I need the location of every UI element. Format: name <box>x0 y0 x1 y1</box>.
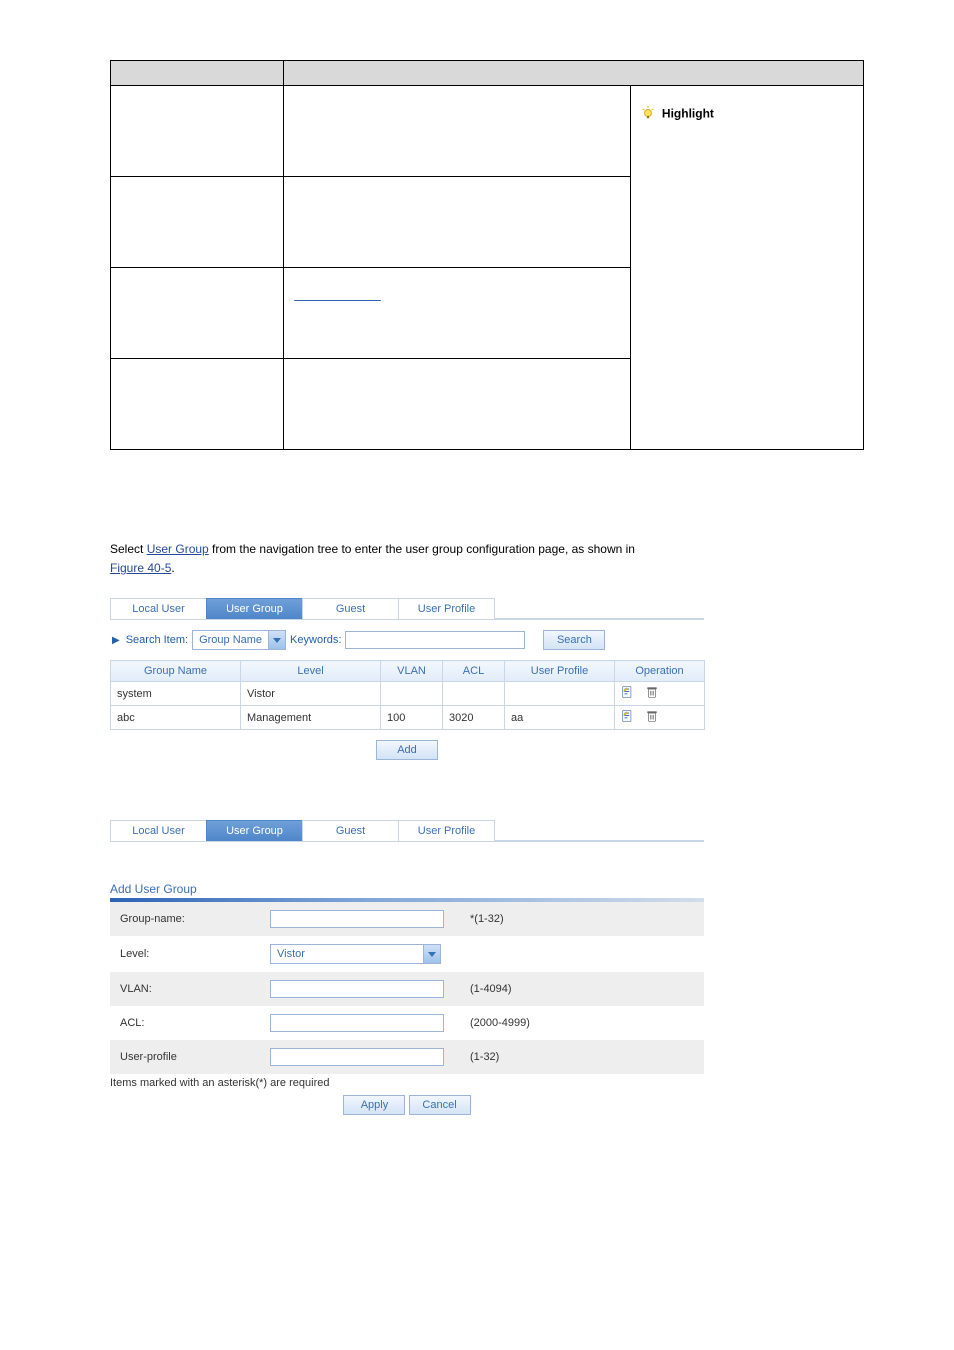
col-level: Level <box>241 661 381 682</box>
level-select[interactable]: Vistor <box>270 944 441 964</box>
col-user-profile: User Profile <box>505 661 615 682</box>
narrative-text: Select <box>110 542 147 556</box>
user-profile-label: User-profile <box>110 1040 260 1074</box>
narrative-paragraph: Select User Group from the navigation tr… <box>110 540 864 578</box>
add-user-group-figure: Local User User Group Guest User Profile… <box>110 820 704 1115</box>
vlan-label: VLAN: <box>110 972 260 1006</box>
def-cell <box>284 359 630 450</box>
tabs: Local User User Group Guest User Profile <box>110 820 704 842</box>
table-row: abc Management 100 3020 aa <box>111 706 705 730</box>
group-name-input[interactable] <box>270 910 444 928</box>
cell-level: Management <box>241 706 381 730</box>
cell-acl: 3020 <box>443 706 505 730</box>
acl-label: ACL: <box>110 1006 260 1040</box>
highlight-label: Highlight <box>662 107 714 121</box>
add-button[interactable]: Add <box>376 740 438 760</box>
cell-vlan: 100 <box>381 706 443 730</box>
tab-guest[interactable]: Guest <box>302 820 399 841</box>
level-label: Level: <box>110 936 260 972</box>
table-header-row: Group Name Level VLAN ACL User Profile O… <box>111 661 705 682</box>
cell-level: Vistor <box>241 682 381 706</box>
user-group-nav-link[interactable]: User Group <box>147 542 209 556</box>
delete-icon[interactable] <box>645 709 659 726</box>
edit-icon[interactable] <box>621 709 635 726</box>
tab-spacer <box>494 598 704 619</box>
apply-button[interactable]: Apply <box>343 1095 405 1115</box>
acl-input[interactable] <box>270 1014 444 1032</box>
col-operation: Operation <box>615 661 705 682</box>
user-profile-input[interactable] <box>270 1048 444 1066</box>
col-acl: ACL <box>443 661 505 682</box>
tab-local-user[interactable]: Local User <box>110 598 207 619</box>
cell-vlan <box>381 682 443 706</box>
tab-user-profile[interactable]: User Profile <box>398 820 495 841</box>
chevron-down-icon <box>268 631 285 649</box>
level-select-value: Vistor <box>271 948 423 960</box>
group-name-hint: *(1-32) <box>460 902 704 936</box>
user-profile-hint: (1-32) <box>460 1040 704 1074</box>
acl-hint: (2000-4999) <box>460 1006 704 1040</box>
cell-user-profile: aa <box>505 706 615 730</box>
cell-acl <box>443 682 505 706</box>
search-item-select[interactable]: Group Name <box>192 630 286 650</box>
def-inline-link[interactable] <box>294 288 381 302</box>
def-cell <box>284 177 630 268</box>
tab-user-group[interactable]: User Group <box>206 820 303 841</box>
narrative-text: . <box>171 561 174 575</box>
add-user-group-form: Group-name: *(1-32) Level: Vistor VLAN: … <box>110 902 704 1074</box>
delete-icon[interactable] <box>645 685 659 702</box>
col-vlan: VLAN <box>381 661 443 682</box>
narrative-text: from the navigation tree to enter the us… <box>209 542 635 556</box>
caret-icon: ▶ <box>112 635 120 646</box>
highlight-callout: Highlight <box>630 86 863 450</box>
search-item-label: Search Item: <box>126 634 188 646</box>
tab-spacer <box>494 820 704 841</box>
tabs: Local User User Group Guest User Profile <box>110 598 704 620</box>
search-bar: ▶ Search Item: Group Name Keywords: Sear… <box>110 620 704 660</box>
vlan-hint: (1-4094) <box>460 972 704 1006</box>
keywords-input[interactable] <box>345 631 525 649</box>
cell-group-name: abc <box>111 706 241 730</box>
definition-table: Highlight <box>110 60 864 450</box>
search-button[interactable]: Search <box>543 630 605 650</box>
table-row: system Vistor <box>111 682 705 706</box>
edit-icon[interactable] <box>621 685 635 702</box>
def-header-2 <box>284 61 864 86</box>
def-cell <box>111 86 284 177</box>
cell-group-name: system <box>111 682 241 706</box>
def-cell <box>111 177 284 268</box>
figure-link-40-5[interactable]: Figure 40-5 <box>110 561 171 575</box>
required-note: Items marked with an asterisk(*) are req… <box>110 1077 704 1089</box>
cell-operation <box>615 682 705 706</box>
def-cell <box>284 86 630 177</box>
vlan-input[interactable] <box>270 980 444 998</box>
tab-user-profile[interactable]: User Profile <box>398 598 495 619</box>
search-item-value: Group Name <box>193 634 268 646</box>
tab-local-user[interactable]: Local User <box>110 820 207 841</box>
tab-guest[interactable]: Guest <box>302 598 399 619</box>
group-name-label: Group-name: <box>110 902 260 936</box>
def-cell <box>111 268 284 359</box>
chevron-down-icon <box>423 945 440 963</box>
user-group-list-figure: Local User User Group Guest User Profile… <box>110 598 704 760</box>
col-group-name: Group Name <box>111 661 241 682</box>
tab-user-group[interactable]: User Group <box>206 598 303 619</box>
level-hint <box>460 936 704 972</box>
cancel-button[interactable]: Cancel <box>409 1095 471 1115</box>
user-group-table: Group Name Level VLAN ACL User Profile O… <box>110 660 705 730</box>
def-cell <box>111 359 284 450</box>
lightbulb-icon <box>641 106 655 123</box>
cell-user-profile <box>505 682 615 706</box>
cell-operation <box>615 706 705 730</box>
def-header-1 <box>111 61 284 86</box>
keywords-label: Keywords: <box>290 634 341 646</box>
panel-title: Add User Group <box>110 882 704 896</box>
def-cell <box>284 268 630 359</box>
